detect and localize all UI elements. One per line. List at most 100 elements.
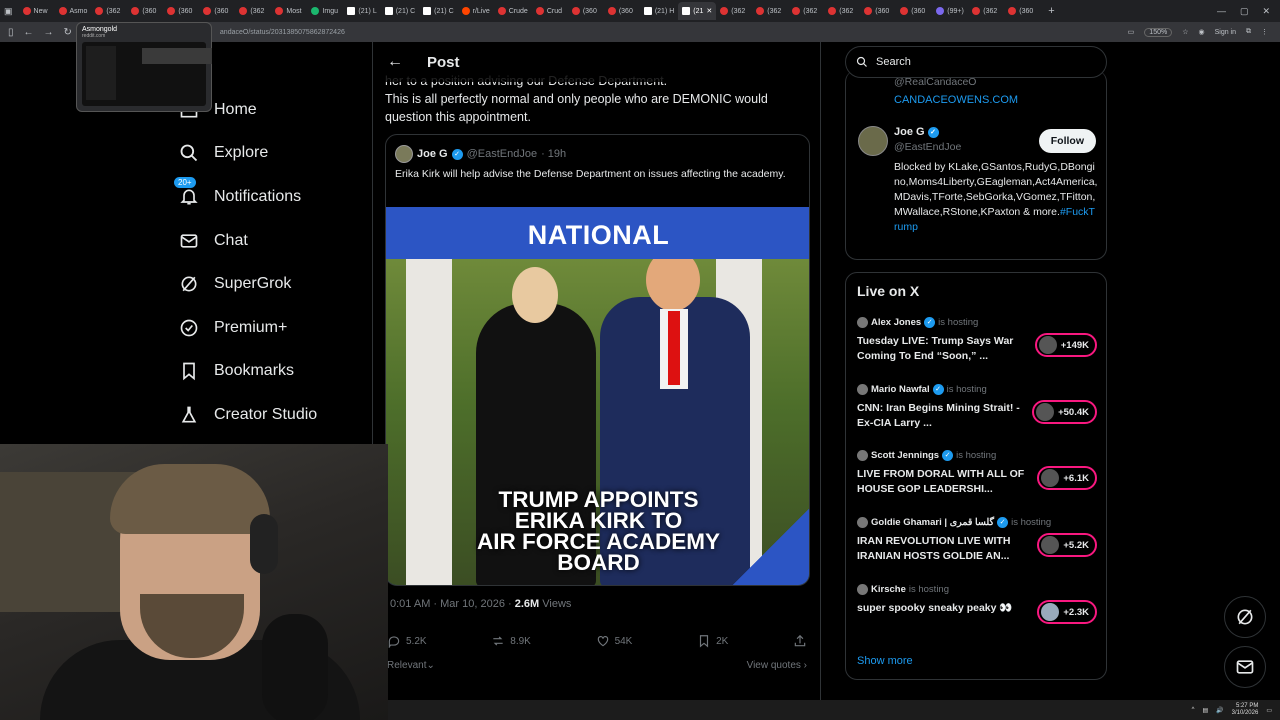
nav-item-notifications[interactable]: 20+ Notifications <box>174 175 317 219</box>
live-item[interactable]: Alex Jones ✓ is hosting Tuesday LIVE: Trum… <box>857 317 1097 377</box>
browser-tab[interactable]: (360 <box>199 2 235 20</box>
repost-button[interactable]: 8.9K <box>491 634 531 648</box>
post-meta: 0:01 AM · Mar 10, 2026 · 2.6M Views <box>390 598 571 610</box>
tab-close-icon[interactable]: ✕ <box>706 7 712 15</box>
new-tab-icon[interactable]: + <box>1048 5 1054 17</box>
url-field[interactable]: andaceO/status/2031385075862872426 <box>220 29 345 36</box>
browser-tab[interactable]: Crud <box>532 2 568 20</box>
browser-tab[interactable]: (99+) <box>932 2 968 20</box>
live-listeners-pill[interactable]: +6.1K <box>1037 466 1097 490</box>
maximize-icon[interactable]: ▢ <box>1240 6 1249 17</box>
close-window-icon[interactable]: ✕ <box>1262 6 1270 17</box>
back-icon[interactable]: ← <box>24 27 34 38</box>
browser-tab[interactable]: Asmo <box>55 2 92 20</box>
reply-button[interactable]: 5.2K <box>387 634 427 648</box>
tab-favicon-icon <box>423 7 432 15</box>
webcam-person-hair <box>110 464 270 534</box>
search-input[interactable]: Search <box>845 46 1107 78</box>
follow-button[interactable]: Follow <box>1038 129 1096 153</box>
repost-icon <box>493 636 503 646</box>
extensions-icon[interactable]: ⧉ <box>1246 28 1251 36</box>
share-button[interactable] <box>793 634 807 648</box>
taskbar-clock[interactable]: 5:27 PM 3/10/2026 <box>1232 703 1259 717</box>
browser-tab[interactable]: Most <box>271 2 307 20</box>
live-listeners-pill[interactable]: +149K <box>1034 333 1097 357</box>
avatar[interactable] <box>858 126 888 156</box>
suggestion-handle[interactable]: @EastEndJoe <box>894 141 961 153</box>
browser-tab[interactable]: (21) C <box>419 2 457 20</box>
nav-item-supergrok[interactable]: SuperGrok <box>178 262 317 306</box>
quote-author-name[interactable]: Joe G <box>417 148 448 160</box>
like-button[interactable]: 54K <box>596 634 632 648</box>
notification-center-icon[interactable]: ▭ <box>1266 707 1272 714</box>
verified-badge-icon: ✓ <box>997 517 1009 528</box>
back-arrow-icon[interactable]: ← <box>387 53 403 71</box>
quote-author-handle[interactable]: @EastEndJoe <box>467 148 538 160</box>
menu-icon[interactable]: ⋮ <box>1261 28 1268 36</box>
prev-account-link[interactable]: CANDACEOWENS.COM <box>894 94 1018 106</box>
live-listeners-pill[interactable]: +2.3K <box>1037 600 1097 624</box>
browser-tab[interactable]: (362 <box>716 2 752 20</box>
live-item[interactable]: Mario Nawfal ✓ is hosting CNN: Iran Begins… <box>857 384 1097 444</box>
tray-chevron-icon[interactable]: ^ <box>1192 707 1195 713</box>
suggestion-name[interactable]: Joe G ✓ <box>894 126 939 138</box>
avatar[interactable] <box>395 145 413 163</box>
browser-tab[interactable]: (362 <box>968 2 1004 20</box>
image-caption-line: ERIKA KIRK TO <box>514 508 683 533</box>
browser-tab-active[interactable]: (21 ✕ <box>678 2 717 20</box>
browser-tab[interactable]: (360 <box>163 2 199 20</box>
messages-fab-button[interactable] <box>1224 646 1266 688</box>
sign-in-button[interactable]: Sign in <box>1215 29 1236 36</box>
tab-search-icon[interactable]: ▣ <box>4 6 13 17</box>
reload-icon[interactable]: ↻ <box>64 27 72 38</box>
browser-tab[interactable]: (360 <box>604 2 640 20</box>
browser-tab[interactable]: (21) H <box>640 2 678 20</box>
browser-tab[interactable]: (360 <box>860 2 896 20</box>
browser-tab[interactable]: (362 <box>91 2 127 20</box>
browser-tab[interactable]: r/Live <box>458 2 494 20</box>
browser-tab[interactable]: (21) L <box>343 2 380 20</box>
network-icon[interactable]: ▤ <box>1202 707 1208 714</box>
live-listeners-pill[interactable]: +50.4K <box>1032 400 1097 424</box>
view-quotes-link[interactable]: View quotes › <box>747 660 807 671</box>
quote-time[interactable]: · 19h <box>541 148 566 160</box>
quote-image[interactable]: NATIONAL TRUMP APPOINTS ERIKA KIRK TO AI… <box>386 207 809 585</box>
browser-tab[interactable]: (360 <box>127 2 163 20</box>
browser-tab[interactable]: (362 <box>788 2 824 20</box>
bookmark-button[interactable]: 2K <box>697 634 728 648</box>
live-item[interactable]: Goldie Ghamari | گلسا قمری ✓ is hosting IR… <box>857 517 1097 577</box>
volume-icon[interactable]: 🔊 <box>1216 707 1223 714</box>
preview-thumbnail <box>82 42 212 106</box>
browser-tab[interactable]: Imgu <box>307 2 343 20</box>
nav-item-chat[interactable]: Chat <box>178 219 317 263</box>
browser-tab[interactable]: Crude <box>494 2 532 20</box>
browser-tab[interactable]: (360 <box>1004 2 1040 20</box>
browser-tab[interactable]: New <box>19 2 55 20</box>
views-count: 2.6M <box>514 598 540 610</box>
show-more-link[interactable]: Show more <box>857 655 913 667</box>
post-timestamp[interactable]: 0:01 AM · Mar 10, 2026 · <box>390 598 515 610</box>
star-icon[interactable]: ☆ <box>1182 28 1188 36</box>
browser-tab[interactable]: (362 <box>824 2 860 20</box>
grok-fab-button[interactable] <box>1224 596 1266 638</box>
live-listeners-pill[interactable]: +5.2K <box>1037 533 1097 557</box>
browser-tab[interactable]: (360 <box>896 2 932 20</box>
nav-item-premium[interactable]: Premium+ <box>178 306 317 350</box>
nav-item-creator-studio[interactable]: Creator Studio <box>178 393 317 437</box>
browser-tab[interactable]: (362 <box>752 2 788 20</box>
browser-tab[interactable]: (362 <box>235 2 271 20</box>
forward-icon[interactable]: → <box>44 27 54 38</box>
quoted-post[interactable]: Joe G ✓ @EastEndJoe · 19h Erika Kirk wil… <box>385 134 810 586</box>
browser-tab[interactable]: (21) C <box>381 2 419 20</box>
install-icon[interactable]: ▭ <box>1128 28 1135 36</box>
minimize-icon[interactable]: — <box>1217 6 1226 17</box>
nav-item-bookmarks[interactable]: Bookmarks <box>178 350 317 394</box>
zoom-indicator[interactable]: 150% <box>1144 27 1173 37</box>
sidebar-toggle-icon[interactable]: ▯ <box>8 27 14 38</box>
live-item[interactable]: Kirsche is hosting super spooky sneaky pe… <box>857 584 1097 644</box>
nav-item-explore[interactable]: Explore <box>178 132 317 176</box>
browser-tab[interactable]: (360 <box>568 2 604 20</box>
profile-icon[interactable]: ◉ <box>1198 28 1204 36</box>
live-item[interactable]: Scott Jennings ✓ is hosting LIVE FROM DORA… <box>857 450 1097 510</box>
sort-dropdown[interactable]: Relevant⌄ <box>387 660 435 671</box>
